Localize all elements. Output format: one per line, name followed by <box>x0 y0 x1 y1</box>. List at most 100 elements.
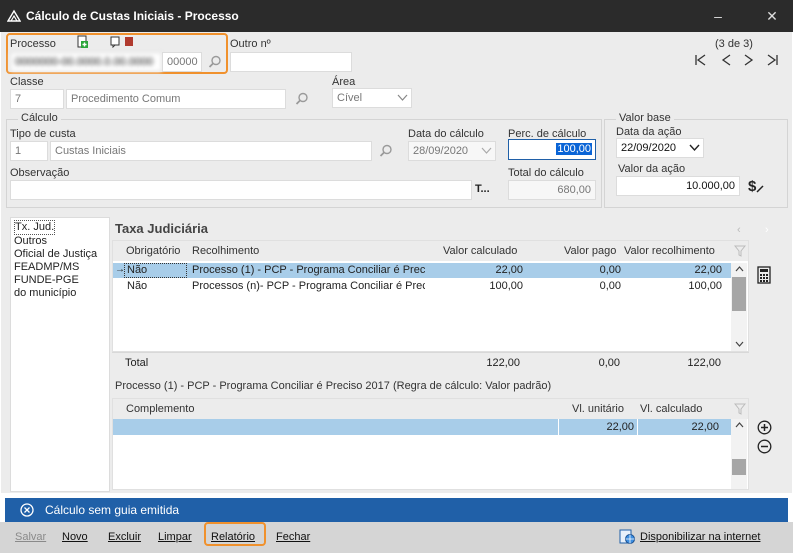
taxa-grid: Obrigatório Recolhimento Valor calculado… <box>112 240 749 352</box>
detalhe-grid-header: Complemento Vl. unitário Vl. calculado <box>113 399 748 419</box>
classe-desc-input[interactable]: Procedimento Comum <box>66 89 286 109</box>
data-acao-label: Data da ação <box>616 126 682 138</box>
col-valor-calculado[interactable]: Valor calculado <box>443 245 517 257</box>
cell-valor-pago: 0,00 <box>599 280 621 292</box>
date-chevron-icon <box>481 147 492 154</box>
last-record-button[interactable] <box>766 53 780 70</box>
new-document-icon[interactable] <box>76 35 89 49</box>
sidebar-item-municipio[interactable]: do município <box>14 287 106 300</box>
scroll-thumb[interactable] <box>732 277 746 311</box>
observacao-input[interactable] <box>10 180 472 200</box>
cell-obrigatorio: Não <box>127 264 148 276</box>
col-vl-calculado[interactable]: Vl. calculado <box>640 403 702 415</box>
close-button[interactable]: ✕ <box>760 6 784 26</box>
scroll-up-icon[interactable] <box>735 422 744 428</box>
previous-icon <box>721 54 731 66</box>
limpar-button[interactable]: Limpar <box>158 531 192 543</box>
cell-valor-recolhimento: 100,00 <box>688 280 722 292</box>
detalhe-scrollbar[interactable] <box>731 419 747 489</box>
data-acao-input[interactable]: 22/09/2020 <box>616 138 704 158</box>
comment-icon[interactable] <box>110 36 121 48</box>
processo-input[interactable]: 0000000-00.0000.0.00.0000 <box>10 52 162 72</box>
currency-update-icon[interactable]: $ <box>746 176 766 196</box>
window-title: Cálculo de Custas Iniciais - Processo <box>26 9 239 23</box>
col-divider <box>637 419 638 435</box>
table-row[interactable]: 22,00 22,00 <box>113 419 731 435</box>
detalhe-grid: Complemento Vl. unitário Vl. calculado 2… <box>112 398 749 490</box>
tab-next-icon[interactable]: › <box>765 224 769 236</box>
perc-calculo-value: 100,00 <box>556 143 592 155</box>
col-recolhimento[interactable]: Recolhimento <box>192 245 259 257</box>
processo-suffix-input[interactable]: 00000 <box>162 52 202 72</box>
bottom-toolbar: Salvar Novo Excluir Limpar Relatório Fec… <box>0 522 793 553</box>
sidebar-item-tx-jud[interactable]: Tx. Jud. <box>14 220 56 235</box>
processo-label: Processo <box>10 38 56 50</box>
calculo-group-label: Cálculo <box>18 112 61 124</box>
col-complemento[interactable]: Complemento <box>126 403 194 415</box>
disponibilizar-button[interactable]: Disponibilizar na internet <box>640 531 760 543</box>
valor-acao-input[interactable]: 10.000,00 <box>616 176 740 196</box>
table-row[interactable]: Não Processos (n)- PCP - Programa Concil… <box>113 279 731 294</box>
sidebar-item-outros[interactable]: Outros <box>14 235 106 248</box>
sidebar-item-oficial-justica[interactable]: Oficial de Justiça <box>14 248 106 261</box>
scroll-thumb[interactable] <box>732 459 746 475</box>
minimize-button[interactable]: – <box>706 6 730 26</box>
scroll-down-icon[interactable] <box>735 341 744 347</box>
total-valor-recolhimento: 122,00 <box>687 357 721 369</box>
sidebar-item-feadmp[interactable]: FEADMP/MS <box>14 261 106 274</box>
cell-vl-unitario: 22,00 <box>606 421 634 433</box>
next-record-button[interactable] <box>742 53 756 70</box>
next-icon <box>744 54 754 66</box>
detalhe-filter-icon[interactable] <box>734 402 746 416</box>
scroll-up-icon[interactable] <box>735 266 744 272</box>
tipo-custa-label: Tipo de custa <box>10 128 76 140</box>
last-icon <box>767 54 778 66</box>
salvar-button[interactable]: Salvar <box>15 531 46 543</box>
col-obrigatorio[interactable]: Obrigatório <box>126 245 180 257</box>
filter-icon[interactable] <box>734 244 746 258</box>
text-editor-button[interactable]: T... <box>475 183 490 195</box>
first-icon <box>695 54 706 66</box>
tipo-custa-code-input[interactable]: 1 <box>10 141 48 161</box>
cell-valor-calculado: 22,00 <box>495 264 523 276</box>
outro-input[interactable] <box>230 52 352 72</box>
cell-valor-pago: 0,00 <box>599 264 621 276</box>
area-select[interactable]: Cível <box>332 88 412 108</box>
chevron-down-icon <box>397 94 408 101</box>
fechar-button[interactable]: Fechar <box>276 531 310 543</box>
calculator-icon[interactable] <box>756 266 772 284</box>
remove-icon[interactable] <box>757 439 772 454</box>
col-vl-unitario[interactable]: Vl. unitário <box>572 403 624 415</box>
novo-button[interactable]: Novo <box>62 531 88 543</box>
table-row[interactable]: → Não Processo (1) - PCP - Programa Conc… <box>113 263 731 278</box>
search-icon[interactable] <box>207 54 223 70</box>
cell-valor-recolhimento: 22,00 <box>694 264 722 276</box>
first-record-button[interactable] <box>693 53 707 70</box>
perc-calculo-input[interactable]: 100,00 <box>508 139 596 160</box>
data-acao-value: 22/09/2020 <box>621 142 677 154</box>
classe-code-input[interactable]: 7 <box>10 89 64 109</box>
tab-prev-icon[interactable]: ‹ <box>737 224 741 236</box>
sidebar-item-funde-pge[interactable]: FUNDE-PGE <box>14 274 106 287</box>
web-publish-icon[interactable] <box>619 528 635 545</box>
add-icon[interactable] <box>757 420 772 435</box>
previous-record-button[interactable] <box>719 53 733 70</box>
classe-search-icon[interactable] <box>294 91 310 107</box>
status-bar: Cálculo sem guia emitida <box>5 498 788 522</box>
tipo-custa-search-icon[interactable] <box>378 143 394 159</box>
data-calculo-input[interactable]: 28/09/2020 <box>408 141 496 161</box>
status-text: Cálculo sem guia emitida <box>45 503 180 517</box>
valor-base-group-label: Valor base <box>616 112 674 124</box>
area-label: Área <box>332 76 356 88</box>
taxa-scrollbar[interactable] <box>731 263 747 351</box>
relatorio-button[interactable]: Relatório <box>211 531 255 543</box>
excluir-button[interactable]: Excluir <box>108 531 141 543</box>
flag-icon[interactable] <box>125 37 133 46</box>
area-value: Cível <box>337 92 363 104</box>
taxa-total-row: Total 122,00 0,00 122,00 <box>112 352 749 372</box>
col-valor-recolhimento[interactable]: Valor recolhimento <box>624 245 715 257</box>
data-calculo-value: 28/09/2020 <box>413 145 469 157</box>
total-valor-calculado: 122,00 <box>486 357 520 369</box>
tipo-custa-desc-input[interactable]: Custas Iniciais <box>50 141 372 161</box>
col-valor-pago[interactable]: Valor pago <box>564 245 616 257</box>
